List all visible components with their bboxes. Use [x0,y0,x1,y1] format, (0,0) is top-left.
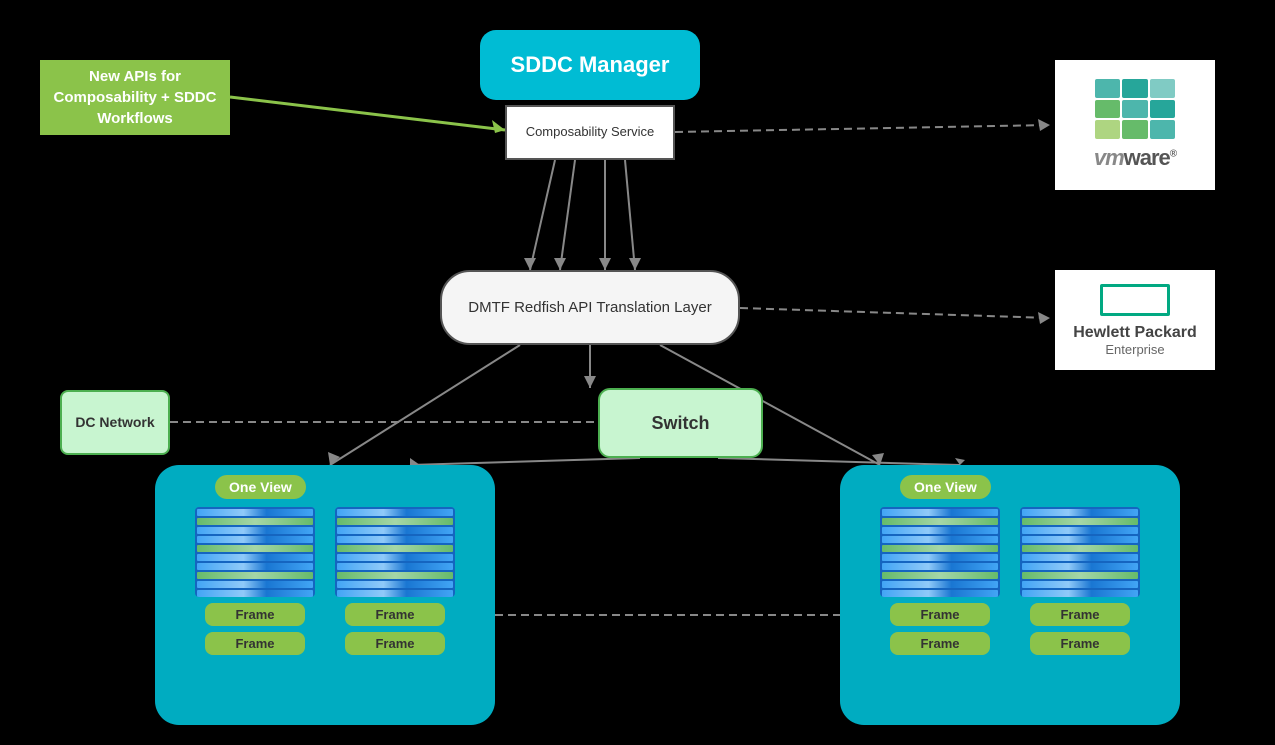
frame-label-5: Frame [890,603,990,626]
server-rack-icon [195,507,315,597]
vmware-logo: vmware® [1055,60,1215,190]
dc-network-box: DC Network [60,390,170,455]
oneview-left-container: One View Frame Frame [155,465,495,725]
server-group-left: Frame Frame Frame Frame [165,507,485,655]
server-unit-right-2: Frame Frame [1015,507,1145,655]
frame-label-8: Frame [1030,632,1130,655]
sddc-manager-box: SDDC Manager [480,30,700,100]
server-unit-left-1: Frame Frame [190,507,320,655]
server-rack-icon-2 [335,507,455,597]
switch-box: Switch [598,388,763,458]
composability-service-box: Composability Service [505,105,675,160]
frame-label-3: Frame [205,632,305,655]
frame-label-6: Frame [1030,603,1130,626]
server-group-right: Frame Frame Frame Frame [850,507,1170,655]
frame-label-2: Frame [345,603,445,626]
hpe-logo: Hewlett Packard Enterprise [1055,270,1215,370]
oneview-right-label: One View [900,475,991,499]
vmware-text: vmware® [1094,145,1176,171]
server-rack-icon-4 [1020,507,1140,597]
server-unit-left-2: Frame Frame [330,507,460,655]
oneview-right-container: One View Frame Frame [840,465,1180,725]
dmtf-box: DMTF Redfish API Translation Layer [440,270,740,345]
oneview-left-label: One View [215,475,306,499]
vmware-mosaic-icon [1095,79,1175,139]
server-rack-icon-3 [880,507,1000,597]
frame-label-4: Frame [345,632,445,655]
diagram: New APIs for Composability + SDDC Workfl… [0,0,1275,745]
frame-label-1: Frame [205,603,305,626]
new-apis-label: New APIs for Composability + SDDC Workfl… [40,60,230,135]
server-unit-right-1: Frame Frame [875,507,1005,655]
frame-label-7: Frame [890,632,990,655]
hpe-rect-icon [1100,284,1170,316]
